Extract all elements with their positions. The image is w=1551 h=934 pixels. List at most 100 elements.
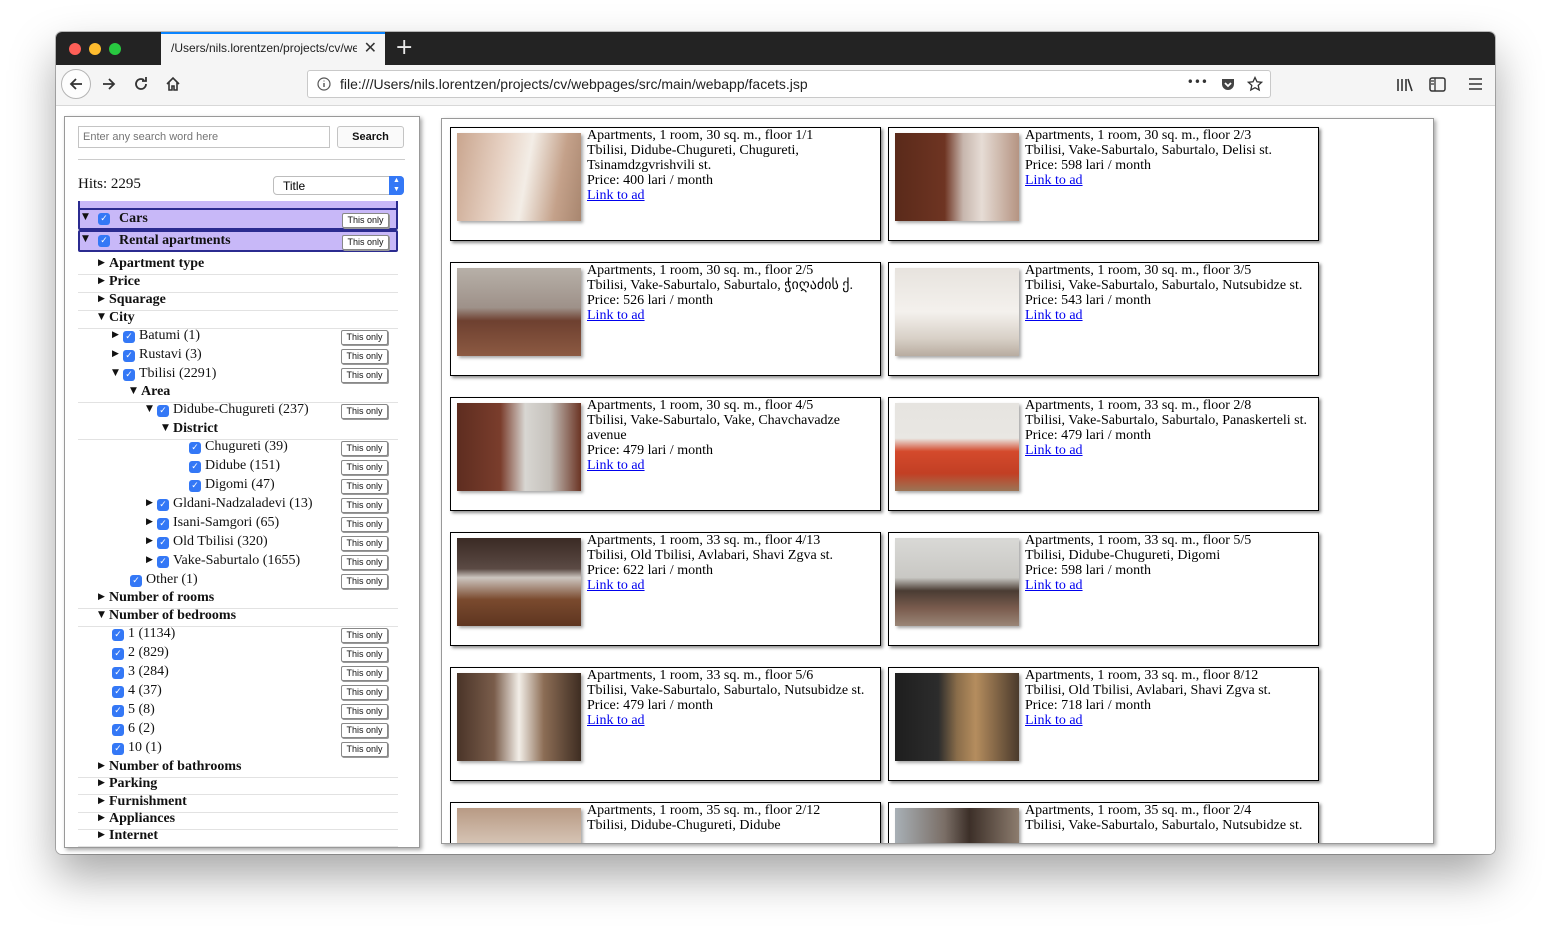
this-only-button[interactable]: This only <box>341 647 388 662</box>
this-only-button[interactable]: This only <box>341 460 388 475</box>
search-input[interactable] <box>78 126 330 148</box>
listing-link[interactable]: Link to ad <box>1025 443 1083 458</box>
this-only-button[interactable]: This only <box>341 536 388 551</box>
facet-checkbox[interactable]: ✓ <box>112 648 124 660</box>
facet-checkbox[interactable]: ✓ <box>123 369 135 381</box>
this-only-button[interactable]: This only <box>341 479 388 494</box>
this-only-button[interactable]: This only <box>341 574 388 589</box>
listing-link[interactable]: Link to ad <box>1025 308 1083 323</box>
menu-icon[interactable] <box>1468 77 1483 91</box>
collapsed-triangle-icon[interactable]: ▶ <box>98 258 105 268</box>
maximize-window-button[interactable] <box>109 43 121 55</box>
collapsed-triangle-icon[interactable]: ▶ <box>98 276 105 286</box>
facet-checkbox[interactable]: ✓ <box>112 724 124 736</box>
collapsed-triangle-icon[interactable]: ▶ <box>98 796 105 806</box>
facet-checkbox[interactable]: ✓ <box>98 235 110 247</box>
facet-row[interactable]: ▶ Internet <box>78 828 398 847</box>
facet-tree[interactable]: ▼ ✓ Cars This only ▼ ✓ Rental apartments This o… <box>78 201 405 847</box>
facet-row[interactable]: ▼ District <box>78 421 398 440</box>
facet-checkbox[interactable]: ✓ <box>157 405 169 417</box>
this-only-button[interactable]: This only <box>342 213 389 228</box>
this-only-button[interactable]: This only <box>341 404 388 419</box>
new-tab-button[interactable]: + <box>395 35 413 60</box>
this-only-button[interactable]: This only <box>341 742 388 757</box>
expanded-triangle-icon[interactable]: ▼ <box>82 212 89 222</box>
facet-row[interactable]: ▼ ✓ Cars This only <box>78 208 398 230</box>
collapsed-triangle-icon[interactable]: ▶ <box>146 517 153 527</box>
library-icon[interactable] <box>1396 77 1414 93</box>
facet-checkbox[interactable]: ✓ <box>157 556 169 568</box>
this-only-button[interactable]: This only <box>341 723 388 738</box>
this-only-button[interactable]: This only <box>341 704 388 719</box>
listing-link[interactable]: Link to ad <box>1025 578 1083 593</box>
facet-row[interactable]: ▼ ✓ Tbilisi (2291) This only <box>78 366 398 384</box>
facet-row[interactable]: ▶ Parking <box>78 776 398 795</box>
facet-row[interactable]: ▶ Number of rooms <box>78 590 398 609</box>
facet-checkbox[interactable]: ✓ <box>130 575 142 587</box>
facet-row[interactable]: ✓ 3 (284) This only <box>78 664 398 682</box>
sidebar-toggle-icon[interactable] <box>1429 77 1446 92</box>
forward-button[interactable] <box>94 69 124 99</box>
facet-row[interactable]: ▼ City <box>78 310 398 329</box>
expanded-triangle-icon[interactable]: ▼ <box>98 312 105 322</box>
facet-row[interactable]: ✓ Other (1) This only <box>78 572 398 590</box>
facet-row[interactable]: ✓ 6 (2) This only <box>78 721 398 739</box>
this-only-button[interactable]: This only <box>341 368 388 383</box>
facet-row[interactable]: ✓ 1 (1134) This only <box>78 626 398 644</box>
close-window-button[interactable] <box>69 43 81 55</box>
expanded-triangle-icon[interactable]: ▼ <box>130 386 137 396</box>
tab-active[interactable]: /Users/nils.lorentzen/projects/cv/webpag… <box>161 32 385 65</box>
facet-checkbox[interactable]: ✓ <box>112 705 124 717</box>
facet-row[interactable]: ▶ Price <box>78 274 398 293</box>
this-only-button[interactable]: This only <box>341 441 388 456</box>
facet-checkbox[interactable]: ✓ <box>112 743 124 755</box>
facet-row[interactable]: ✓ Didube (151) This only <box>78 458 398 476</box>
expanded-triangle-icon[interactable]: ▼ <box>146 404 153 414</box>
facet-row[interactable]: ✓ 4 (37) This only <box>78 683 398 701</box>
bookmark-star-icon[interactable] <box>1247 76 1263 92</box>
facet-row[interactable]: ✓ 5 (8) This only <box>78 702 398 720</box>
facet-checkbox[interactable]: ✓ <box>157 499 169 511</box>
this-only-button[interactable]: This only <box>341 666 388 681</box>
info-icon[interactable] <box>317 77 331 91</box>
facet-row[interactable]: ✓ Chugureti (39) This only <box>78 439 398 457</box>
url-bar[interactable]: file:///Users/nils.lorentzen/projects/cv… <box>307 70 1271 98</box>
collapsed-triangle-icon[interactable]: ▶ <box>98 830 105 840</box>
facet-row[interactable]: ✓ Digomi (47) This only <box>78 477 398 495</box>
results-panel[interactable]: Apartments, 1 room, 30 sq. m., floor 1/1… <box>441 118 1434 844</box>
facet-checkbox[interactable]: ✓ <box>123 350 135 362</box>
facet-row[interactable]: ✓ 10 (1) This only <box>78 740 398 758</box>
this-only-button[interactable]: This only <box>341 330 388 345</box>
facet-row[interactable]: ▼ ✓ Rental apartments This only <box>78 230 398 252</box>
collapsed-triangle-icon[interactable]: ▶ <box>146 536 153 546</box>
sort-select[interactable]: Title ▲ ▼ <box>273 176 404 195</box>
facet-row[interactable]: ▶ ✓ Gldani-Nadzaladevi (13) This only <box>78 496 398 514</box>
collapsed-triangle-icon[interactable]: ▶ <box>146 555 153 565</box>
facet-row[interactable]: ▶ ✓ Rustavi (3) This only <box>78 347 398 365</box>
expanded-triangle-icon[interactable]: ▼ <box>98 610 105 620</box>
expanded-triangle-icon[interactable]: ▼ <box>112 368 119 378</box>
expanded-triangle-icon[interactable]: ▼ <box>82 234 89 244</box>
facet-checkbox[interactable]: ✓ <box>189 442 201 454</box>
facet-row[interactable]: ▶ ✓ Old Tbilisi (320) This only <box>78 534 398 552</box>
back-button[interactable] <box>61 69 91 99</box>
search-button[interactable]: Search <box>337 126 404 148</box>
facet-row[interactable]: ▶ Squarage <box>78 292 398 311</box>
facet-checkbox[interactable]: ✓ <box>157 518 169 530</box>
facet-checkbox[interactable]: ✓ <box>157 537 169 549</box>
this-only-button[interactable]: This only <box>341 685 388 700</box>
facet-checkbox[interactable]: ✓ <box>189 461 201 473</box>
facet-row[interactable]: ▶ ✓ Vake-Saburtalo (1655) This only <box>78 553 398 571</box>
this-only-button[interactable]: This only <box>341 628 388 643</box>
close-tab-icon[interactable]: ✕ <box>364 38 377 57</box>
facet-checkbox[interactable]: ✓ <box>98 213 110 225</box>
page-actions-icon[interactable]: ••• <box>1187 75 1208 89</box>
collapsed-triangle-icon[interactable]: ▶ <box>146 498 153 508</box>
collapsed-triangle-icon[interactable]: ▶ <box>98 813 105 823</box>
facet-row[interactable]: ▼ ✓ Didube-Chugureti (237) This only <box>78 402 398 420</box>
facet-row[interactable]: ▶ Apartment type <box>78 256 398 275</box>
listing-link[interactable]: Link to ad <box>1025 173 1083 188</box>
minimize-window-button[interactable] <box>89 43 101 55</box>
reload-button[interactable] <box>126 69 156 99</box>
facet-checkbox[interactable]: ✓ <box>189 480 201 492</box>
